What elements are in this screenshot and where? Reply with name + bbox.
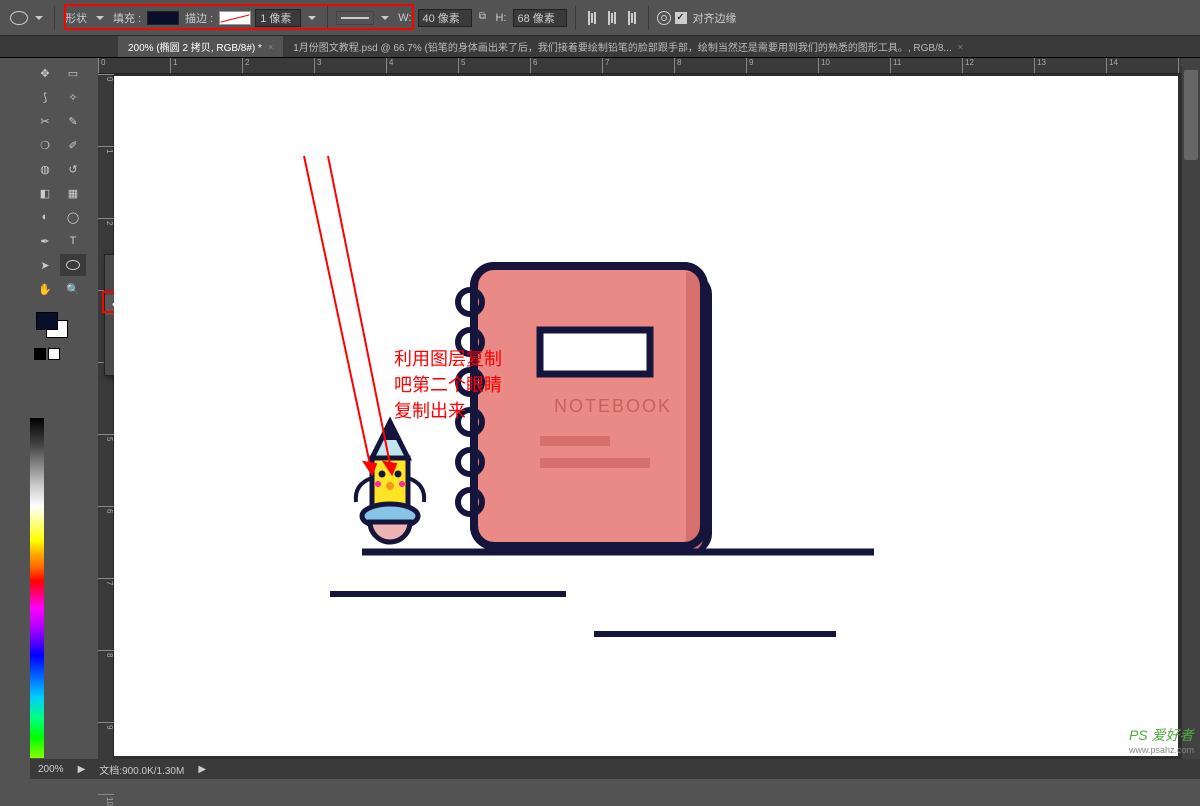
blur-tool[interactable]: ◐ xyxy=(32,206,58,228)
tool-ellipse-icon xyxy=(10,11,28,25)
fill-label: 填充 : xyxy=(111,10,143,26)
ruler-vertical[interactable]: 012345678910 xyxy=(98,74,114,759)
shape-tool[interactable] xyxy=(60,254,86,276)
dodge-tool[interactable]: ◯ xyxy=(60,206,86,228)
width-input[interactable]: 40 像素 xyxy=(418,9,472,27)
stroke-width-dropdown[interactable] xyxy=(305,11,319,25)
stroke-style-picker[interactable] xyxy=(336,11,374,25)
brush-tool[interactable]: ✐ xyxy=(60,134,86,156)
tool-preset-dropdown[interactable] xyxy=(32,11,46,25)
close-icon[interactable]: × xyxy=(958,42,963,52)
magic-wand-tool[interactable]: ✧ xyxy=(60,86,86,108)
stroke-label: 描边 : xyxy=(183,10,215,26)
tab-document-2[interactable]: 1月份图文教程.psd @ 66.7% (铅笔的身体画出来了后，我们接着要绘制铅… xyxy=(283,36,973,57)
artwork: NOTEBOOK xyxy=(114,76,1178,756)
doc-size-label: 文档:900.0K/1.30M xyxy=(99,762,184,777)
watermark: PS 爱好者www.psahz.com xyxy=(1129,725,1194,755)
tab-document-1[interactable]: 200% (椭圆 2 拷贝, RGB/8#) *× xyxy=(118,36,283,57)
gradient-tool[interactable]: ▦ xyxy=(60,182,86,204)
status-bar: 200% ▶ 文档:900.0K/1.30M ▶ xyxy=(30,759,1200,779)
zoom-tool[interactable]: 🔍 xyxy=(60,278,86,300)
shape-mode-select[interactable]: 形状 xyxy=(63,10,89,26)
color-swatch-strip[interactable] xyxy=(30,418,44,758)
stroke-width-input[interactable]: 1 像素 xyxy=(255,9,301,27)
align-edges-label: 对齐边缘 xyxy=(691,10,739,26)
crop-tool[interactable]: ✂ xyxy=(32,110,58,132)
path-align-icon[interactable] xyxy=(604,10,620,26)
hand-tool[interactable]: ✋ xyxy=(32,278,58,300)
toolbox: ✥ ▭ ⟆ ✧ ✂ ✎ ❍ ✐ ◍ ↺ ◧ ▦ ◐ ◯ ✒ T ➤ ✋ 🔍 xyxy=(30,58,90,366)
ruler-horizontal[interactable]: 0123456789101112131415 xyxy=(98,58,1182,74)
stroke-swatch[interactable] xyxy=(219,11,251,25)
move-tool[interactable]: ✥ xyxy=(32,62,58,84)
stroke-style-dropdown[interactable] xyxy=(378,11,392,25)
notebook-label: NOTEBOOK xyxy=(554,396,672,416)
document-tabs: 200% (椭圆 2 拷贝, RGB/8#) *× 1月份图文教程.psd @ … xyxy=(0,36,1200,58)
path-arrange-icon[interactable] xyxy=(624,10,640,26)
pen-tool[interactable]: ✒ xyxy=(32,230,58,252)
eraser-tool[interactable]: ◧ xyxy=(32,182,58,204)
height-input[interactable]: 68 像素 xyxy=(513,9,567,27)
eyedropper-tool[interactable]: ✎ xyxy=(60,110,86,132)
type-tool[interactable]: T xyxy=(60,230,86,252)
lasso-tool[interactable]: ⟆ xyxy=(32,86,58,108)
close-icon[interactable]: × xyxy=(268,42,273,52)
fill-swatch[interactable] xyxy=(147,11,179,25)
zoom-level[interactable]: 200% xyxy=(38,764,64,775)
height-label: H: xyxy=(494,12,509,24)
marquee-tool[interactable]: ▭ xyxy=(60,62,86,84)
path-ops-icon[interactable] xyxy=(584,10,600,26)
options-bar: 形状 填充 : 描边 : 1 像素 W: 40 像素 ⧉ H: 68 像素 ✓ … xyxy=(0,0,1200,36)
width-label: W: xyxy=(396,12,413,24)
gear-icon[interactable] xyxy=(657,11,671,25)
color-swatches[interactable] xyxy=(32,302,74,362)
spot-heal-tool[interactable]: ❍ xyxy=(32,134,58,156)
canvas-area: NOTEBOOK xyxy=(114,74,1182,759)
link-wh-icon[interactable]: ⧉ xyxy=(476,11,490,25)
path-select-tool[interactable]: ➤ xyxy=(32,254,58,276)
shape-mode-dropdown[interactable] xyxy=(93,11,107,25)
scrollbar-vertical[interactable] xyxy=(1182,58,1200,759)
canvas[interactable]: NOTEBOOK xyxy=(114,76,1178,756)
history-brush-tool[interactable]: ↺ xyxy=(60,158,86,180)
align-edges-checkbox[interactable]: ✓ xyxy=(675,12,687,24)
clone-tool[interactable]: ◍ xyxy=(32,158,58,180)
